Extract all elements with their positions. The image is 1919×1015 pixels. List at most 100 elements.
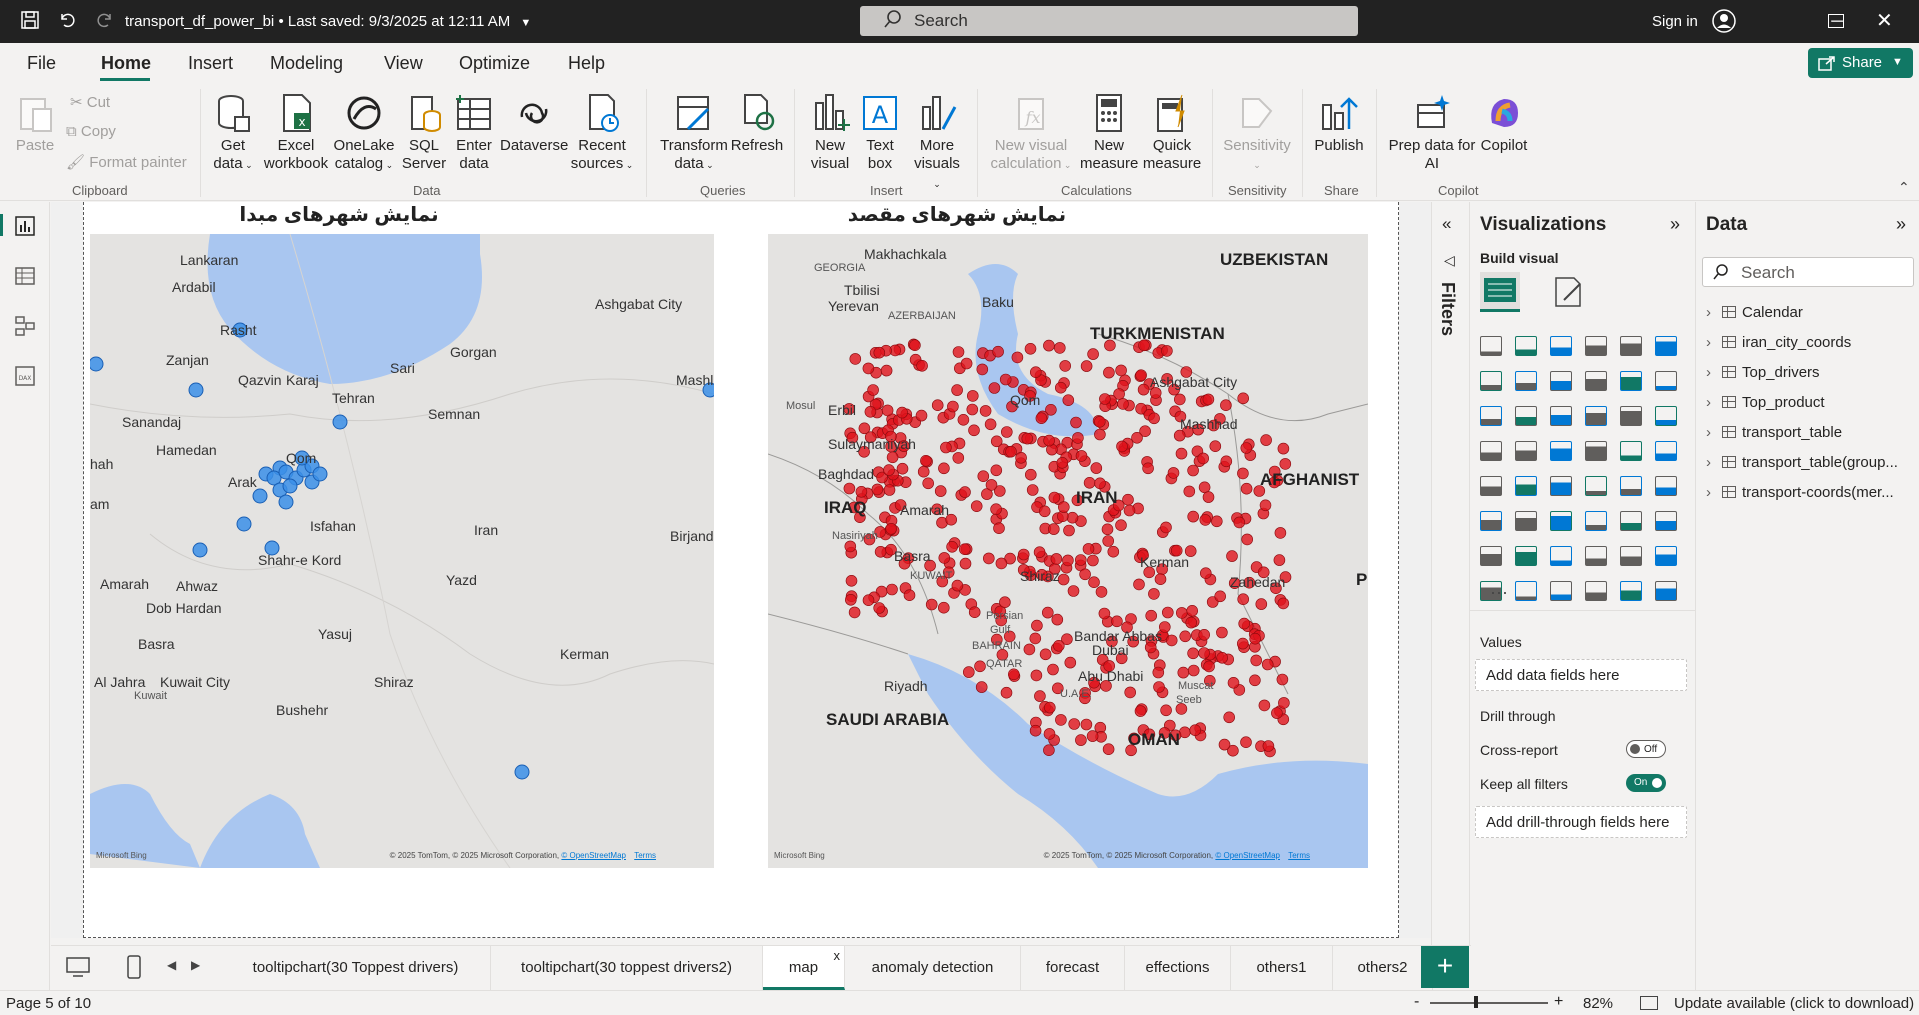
- visual-type-icon[interactable]: [1620, 371, 1642, 391]
- paste-button[interactable]: Paste: [14, 93, 56, 155]
- filters-label[interactable]: Filters: [1437, 282, 1458, 336]
- destination-city-dot[interactable]: [1279, 458, 1292, 470]
- table-iran-city-coords[interactable]: › iran_city_coords: [1706, 334, 1851, 351]
- visual-type-icon[interactable]: [1480, 441, 1502, 461]
- destination-city-dot[interactable]: [885, 522, 897, 535]
- destination-city-dot[interactable]: [1000, 686, 1013, 699]
- table-view-icon[interactable]: [13, 264, 37, 288]
- destination-city-dot[interactable]: [1035, 412, 1048, 424]
- menu-insert[interactable]: Insert: [188, 53, 233, 74]
- destination-city-dot[interactable]: [1103, 366, 1115, 379]
- visual-type-icon[interactable]: [1515, 371, 1537, 391]
- collapse-ribbon-icon[interactable]: ⌃: [1898, 179, 1910, 196]
- visual-type-icon[interactable]: [1550, 546, 1572, 566]
- destination-city-dot[interactable]: [1088, 576, 1100, 589]
- destination-city-dot[interactable]: [952, 452, 965, 464]
- destination-city-dot[interactable]: [1185, 616, 1198, 629]
- destination-city-dot[interactable]: [896, 462, 909, 475]
- destination-city-dot[interactable]: [951, 384, 963, 396]
- destination-city-dot[interactable]: [951, 579, 964, 592]
- destination-city-dot[interactable]: [1043, 701, 1056, 714]
- origin-city-dot[interactable]: [312, 466, 328, 482]
- destination-city-dot[interactable]: [959, 486, 971, 498]
- destination-city-dot[interactable]: [1056, 457, 1069, 469]
- destination-city-dot[interactable]: [1087, 554, 1099, 567]
- table-calendar[interactable]: › Calendar: [1706, 304, 1803, 321]
- destination-city-dot[interactable]: [1031, 619, 1043, 632]
- add-page-button[interactable]: +: [1421, 946, 1469, 988]
- destination-city-dot[interactable]: [886, 451, 899, 464]
- origin-city-dot[interactable]: [192, 542, 208, 558]
- visual-type-icon[interactable]: [1620, 581, 1642, 601]
- origin-city-dot[interactable]: [90, 356, 104, 372]
- report-canvas[interactable]: نمایش شهرهای مبدا Lankaran Ardabil Rasht As…: [51, 202, 1431, 938]
- osm-link[interactable]: © OpenStreetMap: [561, 851, 626, 860]
- redo-icon[interactable]: [93, 10, 117, 34]
- new-visual-button[interactable]: New visual: [806, 93, 854, 173]
- destination-city-dot[interactable]: [1115, 519, 1127, 532]
- menu-modeling[interactable]: Modeling: [270, 53, 343, 74]
- destination-city-dot[interactable]: [1024, 468, 1037, 481]
- destination-city-dot[interactable]: [1093, 416, 1106, 428]
- destination-city-dot[interactable]: [1072, 432, 1084, 444]
- destination-city-dot[interactable]: [1102, 743, 1115, 756]
- destination-city-dot[interactable]: [1250, 654, 1263, 667]
- visual-type-icon[interactable]: [1550, 581, 1572, 601]
- destination-city-dot[interactable]: [1202, 491, 1215, 503]
- destination-city-dot[interactable]: [1062, 554, 1074, 567]
- destination-city-dot[interactable]: [1236, 637, 1249, 650]
- destination-city-dot[interactable]: [1008, 668, 1020, 681]
- destination-city-dot[interactable]: [1227, 676, 1240, 689]
- destination-city-dot[interactable]: [1124, 686, 1137, 699]
- destination-city-dot[interactable]: [1026, 484, 1039, 496]
- sql-server-button[interactable]: SQL Server: [400, 93, 448, 173]
- destination-city-dot[interactable]: [1237, 467, 1249, 480]
- page-tab[interactable]: tooltipchart(30 toppest drivers2): [491, 946, 763, 990]
- destination-city-dot[interactable]: [1051, 613, 1064, 626]
- destination-city-dot[interactable]: [938, 462, 950, 475]
- destination-city-dot[interactable]: [843, 482, 856, 495]
- report-view-icon[interactable]: [13, 214, 37, 238]
- publish-button[interactable]: Publish: [1312, 93, 1366, 155]
- fit-to-page-icon[interactable]: [1640, 996, 1658, 1010]
- visual-type-icon[interactable]: [1515, 546, 1537, 566]
- destination-city-dot[interactable]: [1187, 464, 1199, 477]
- destination-city-dot[interactable]: [1080, 360, 1093, 372]
- destination-city-dot[interactable]: [1220, 399, 1232, 411]
- refresh-button[interactable]: Refresh: [730, 93, 784, 155]
- destination-city-dot[interactable]: [1017, 548, 1030, 561]
- destination-city-dot[interactable]: [1216, 651, 1229, 664]
- visual-type-icon[interactable]: [1585, 581, 1607, 601]
- destination-city-dot[interactable]: [883, 464, 895, 476]
- zoom-slider-thumb[interactable]: [1474, 996, 1478, 1008]
- destination-city-dot[interactable]: [957, 414, 970, 426]
- quick-measure-button[interactable]: Quick measure: [1142, 93, 1202, 173]
- visual-type-icon[interactable]: [1585, 406, 1607, 426]
- destination-city-dot[interactable]: [1015, 452, 1027, 464]
- destination-city-dot[interactable]: [1068, 718, 1081, 730]
- destination-city-dot[interactable]: [990, 464, 1003, 477]
- collapse-visualizations-icon[interactable]: »: [1670, 214, 1680, 235]
- account-icon[interactable]: [1712, 9, 1736, 33]
- visual-type-icon[interactable]: [1550, 441, 1572, 461]
- visual-type-icon[interactable]: [1515, 476, 1537, 496]
- destination-city-dot[interactable]: [1142, 462, 1154, 475]
- destination-city-dot[interactable]: [1117, 398, 1129, 410]
- destination-city-dot[interactable]: [1024, 343, 1037, 355]
- destination-city-dot[interactable]: [970, 500, 983, 513]
- page-tab[interactable]: effections: [1125, 946, 1231, 990]
- page-tab[interactable]: anomaly detection: [845, 946, 1021, 990]
- destination-city-dot[interactable]: [1197, 452, 1210, 465]
- destination-city-dot[interactable]: [1198, 628, 1211, 641]
- destination-city-dot[interactable]: [874, 545, 887, 558]
- destination-city-dot[interactable]: [1087, 348, 1099, 360]
- values-drop-well[interactable]: Add data fields here: [1475, 659, 1687, 691]
- destination-city-dot[interactable]: [845, 593, 857, 606]
- menu-file[interactable]: File: [27, 53, 56, 74]
- destination-city-dot[interactable]: [1080, 718, 1093, 731]
- destination-city-dot[interactable]: [1095, 586, 1108, 598]
- destination-city-dot[interactable]: [862, 594, 875, 607]
- visual-type-icon[interactable]: [1515, 441, 1537, 461]
- visual-type-icon[interactable]: [1620, 406, 1642, 426]
- format-painter-button[interactable]: 🖌 Format painter: [66, 153, 187, 171]
